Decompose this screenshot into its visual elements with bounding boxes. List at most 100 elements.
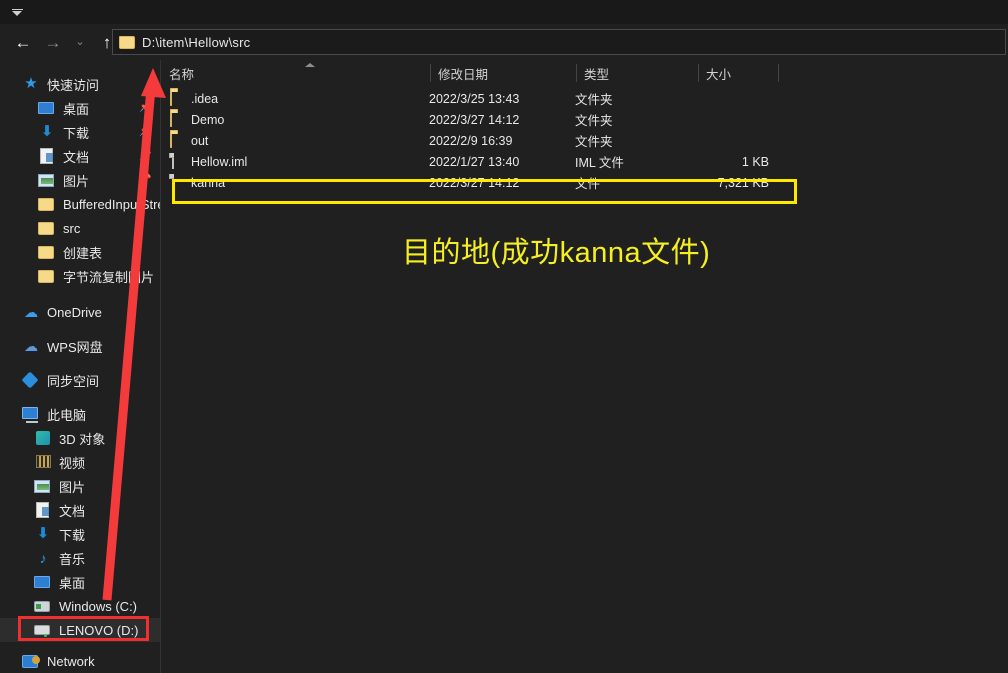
sidebar-item-src[interactable]: src bbox=[0, 216, 160, 240]
sidebar-item-label: 文档 bbox=[59, 503, 86, 519]
windows-drive-icon bbox=[34, 597, 52, 615]
download-icon: ⬇ bbox=[36, 525, 50, 542]
pictures-icon bbox=[38, 171, 56, 189]
sidebar-item-music[interactable]: ♪ 音乐 bbox=[0, 546, 160, 570]
sidebar-item-lenovo-d[interactable]: LENOVO (D:) bbox=[0, 618, 160, 642]
column-header-date[interactable]: 修改日期 bbox=[430, 60, 576, 86]
recent-locations-chevron-icon[interactable]: ⌄ bbox=[68, 27, 92, 57]
folder-icon bbox=[38, 219, 56, 237]
pin-icon[interactable]: 📌 bbox=[139, 175, 151, 186]
file-rows: .idea 2022/3/25 13:43 文件夹 Demo 2022/3/27… bbox=[161, 88, 1008, 193]
sidebar-item-label: LENOVO (D:) bbox=[59, 622, 139, 638]
file-explorer-window: ← → ⌄ ↑ D:\item\Hellow\src ★ 快速访问 桌面 📌 ⬇… bbox=[0, 0, 1008, 673]
folder-icon bbox=[38, 243, 56, 261]
column-resize-handle[interactable] bbox=[778, 64, 779, 82]
sidebar-item-label: 3D 对象 bbox=[59, 431, 106, 447]
folder-icon bbox=[170, 132, 185, 148]
sidebar-item-3d-objects[interactable]: 3D 对象 bbox=[0, 426, 160, 450]
sidebar-item-label: 同步空间 bbox=[47, 373, 100, 389]
pictures-icon bbox=[34, 477, 52, 495]
file-date-cell: 2022/1/27 13:40 bbox=[429, 154, 520, 169]
sidebar-item-network[interactable]: Network bbox=[0, 649, 160, 673]
file-name-cell: Demo bbox=[191, 112, 225, 127]
folder-icon bbox=[119, 35, 135, 49]
folder-icon bbox=[38, 195, 56, 213]
sidebar-item-pictures[interactable]: 图片 📌 bbox=[0, 168, 160, 192]
sidebar-item-label: Windows (C:) bbox=[59, 598, 138, 614]
sidebar-item-byte-stream-copy-image[interactable]: 字节流复制图片 bbox=[0, 264, 160, 288]
address-bar[interactable]: D:\item\Hellow\src bbox=[112, 29, 1006, 55]
file-name-cell: Hellow.iml bbox=[191, 154, 248, 169]
file-name-cell: .idea bbox=[191, 91, 219, 106]
file-type-cell: 文件夹 bbox=[575, 93, 613, 107]
folder-icon bbox=[170, 111, 185, 127]
table-row[interactable]: .idea 2022/3/25 13:43 文件夹 bbox=[161, 88, 1008, 109]
column-header-label: 大小 bbox=[706, 67, 732, 82]
file-date-cell: 2022/3/25 13:43 bbox=[429, 91, 520, 106]
file-type-cell: 文件 bbox=[575, 177, 601, 191]
column-header-name[interactable]: 名称 bbox=[161, 60, 430, 86]
desktop-icon bbox=[34, 573, 52, 591]
sidebar-item-label: 桌面 bbox=[59, 575, 86, 591]
file-date-cell: 2022/3/27 14:12 bbox=[429, 175, 520, 190]
sidebar-item-videos[interactable]: 视频 bbox=[0, 450, 160, 474]
folder-icon bbox=[170, 90, 185, 106]
column-header-label: 修改日期 bbox=[438, 67, 489, 82]
sidebar-item-bufferedinputstream[interactable]: BufferedInputStre bbox=[0, 192, 160, 216]
table-row[interactable]: out 2022/2/9 16:39 文件夹 bbox=[161, 130, 1008, 151]
column-header-label: 名称 bbox=[169, 67, 195, 82]
pin-icon[interactable]: 📌 bbox=[139, 103, 151, 114]
sidebar-item-documents-pc[interactable]: 文档 bbox=[0, 498, 160, 522]
table-row[interactable]: Demo 2022/3/27 14:12 文件夹 bbox=[161, 109, 1008, 130]
back-arrow-icon[interactable]: ← bbox=[8, 27, 38, 57]
sync-diamond-icon bbox=[21, 371, 40, 389]
sidebar-item-label: src bbox=[63, 220, 81, 236]
onedrive-cloud-icon: ☁ bbox=[24, 304, 38, 320]
pin-icon[interactable]: 📌 bbox=[139, 151, 151, 162]
sidebar-item-pictures-pc[interactable]: 图片 bbox=[0, 474, 160, 498]
documents-icon bbox=[38, 147, 56, 165]
sidebar-item-wps-cloud[interactable]: ☁ WPS网盘 bbox=[0, 334, 160, 358]
sidebar-item-label: Network bbox=[47, 653, 95, 669]
desktop-icon bbox=[38, 99, 56, 117]
file-size-cell: 7,321 KB bbox=[717, 175, 769, 190]
sidebar-item-create-table[interactable]: 创建表 bbox=[0, 240, 160, 264]
sidebar-item-documents[interactable]: 文档 📌 bbox=[0, 144, 160, 168]
sidebar-item-label: 下载 bbox=[59, 527, 86, 543]
wps-cloud-icon: ☁ bbox=[24, 338, 38, 354]
pin-icon[interactable]: 📌 bbox=[139, 127, 151, 138]
forward-arrow-icon[interactable]: → bbox=[38, 27, 68, 57]
annotation-caption: 目的地(成功kanna文件) bbox=[402, 237, 711, 269]
music-icon: ♪ bbox=[39, 550, 47, 566]
sidebar-item-label: 桌面 bbox=[63, 101, 90, 117]
table-row[interactable]: Hellow.iml 2022/1/27 13:40 IML 文件 1 KB bbox=[161, 151, 1008, 172]
file-icon bbox=[170, 153, 185, 169]
sidebar-item-label: 创建表 bbox=[63, 245, 103, 261]
sidebar-item-downloads[interactable]: ⬇ 下载 📌 bbox=[0, 120, 160, 144]
file-type-cell: 文件夹 bbox=[575, 135, 613, 149]
sidebar-item-label: BufferedInputStre bbox=[63, 196, 160, 212]
table-row[interactable]: kanna 2022/3/27 14:12 文件 7,321 KB bbox=[161, 172, 1008, 193]
folder-icon bbox=[38, 267, 56, 285]
file-name-cell: kanna bbox=[191, 175, 226, 190]
sidebar-item-this-pc[interactable]: 此电脑 bbox=[0, 402, 160, 426]
this-pc-icon bbox=[22, 405, 40, 423]
column-header-type[interactable]: 类型 bbox=[576, 60, 698, 86]
sidebar-item-desktop-pc[interactable]: 桌面 bbox=[0, 570, 160, 594]
sidebar-item-sync-space[interactable]: 同步空间 bbox=[0, 368, 160, 392]
sidebar-item-desktop[interactable]: 桌面 📌 bbox=[0, 96, 160, 120]
file-date-cell: 2022/2/9 16:39 bbox=[429, 133, 513, 148]
sidebar-item-label: 图片 bbox=[59, 479, 86, 495]
file-size-cell: 1 KB bbox=[741, 154, 769, 169]
sidebar-item-label: 图片 bbox=[63, 173, 90, 189]
sidebar-item-quick-access[interactable]: ★ 快速访问 bbox=[0, 72, 160, 96]
sidebar-item-windows-c[interactable]: Windows (C:) bbox=[0, 594, 160, 618]
sidebar-item-label: 此电脑 bbox=[47, 407, 87, 423]
star-icon: ★ bbox=[24, 75, 38, 92]
column-header-size[interactable]: 大小 bbox=[698, 60, 778, 86]
customize-quick-access-chevron-icon[interactable] bbox=[6, 4, 28, 20]
sidebar-item-onedrive[interactable]: ☁ OneDrive bbox=[0, 300, 160, 324]
column-header-row: 名称 修改日期 类型 大小 bbox=[161, 60, 1008, 86]
3d-objects-icon bbox=[34, 429, 52, 447]
sidebar-item-downloads-pc[interactable]: ⬇ 下载 bbox=[0, 522, 160, 546]
